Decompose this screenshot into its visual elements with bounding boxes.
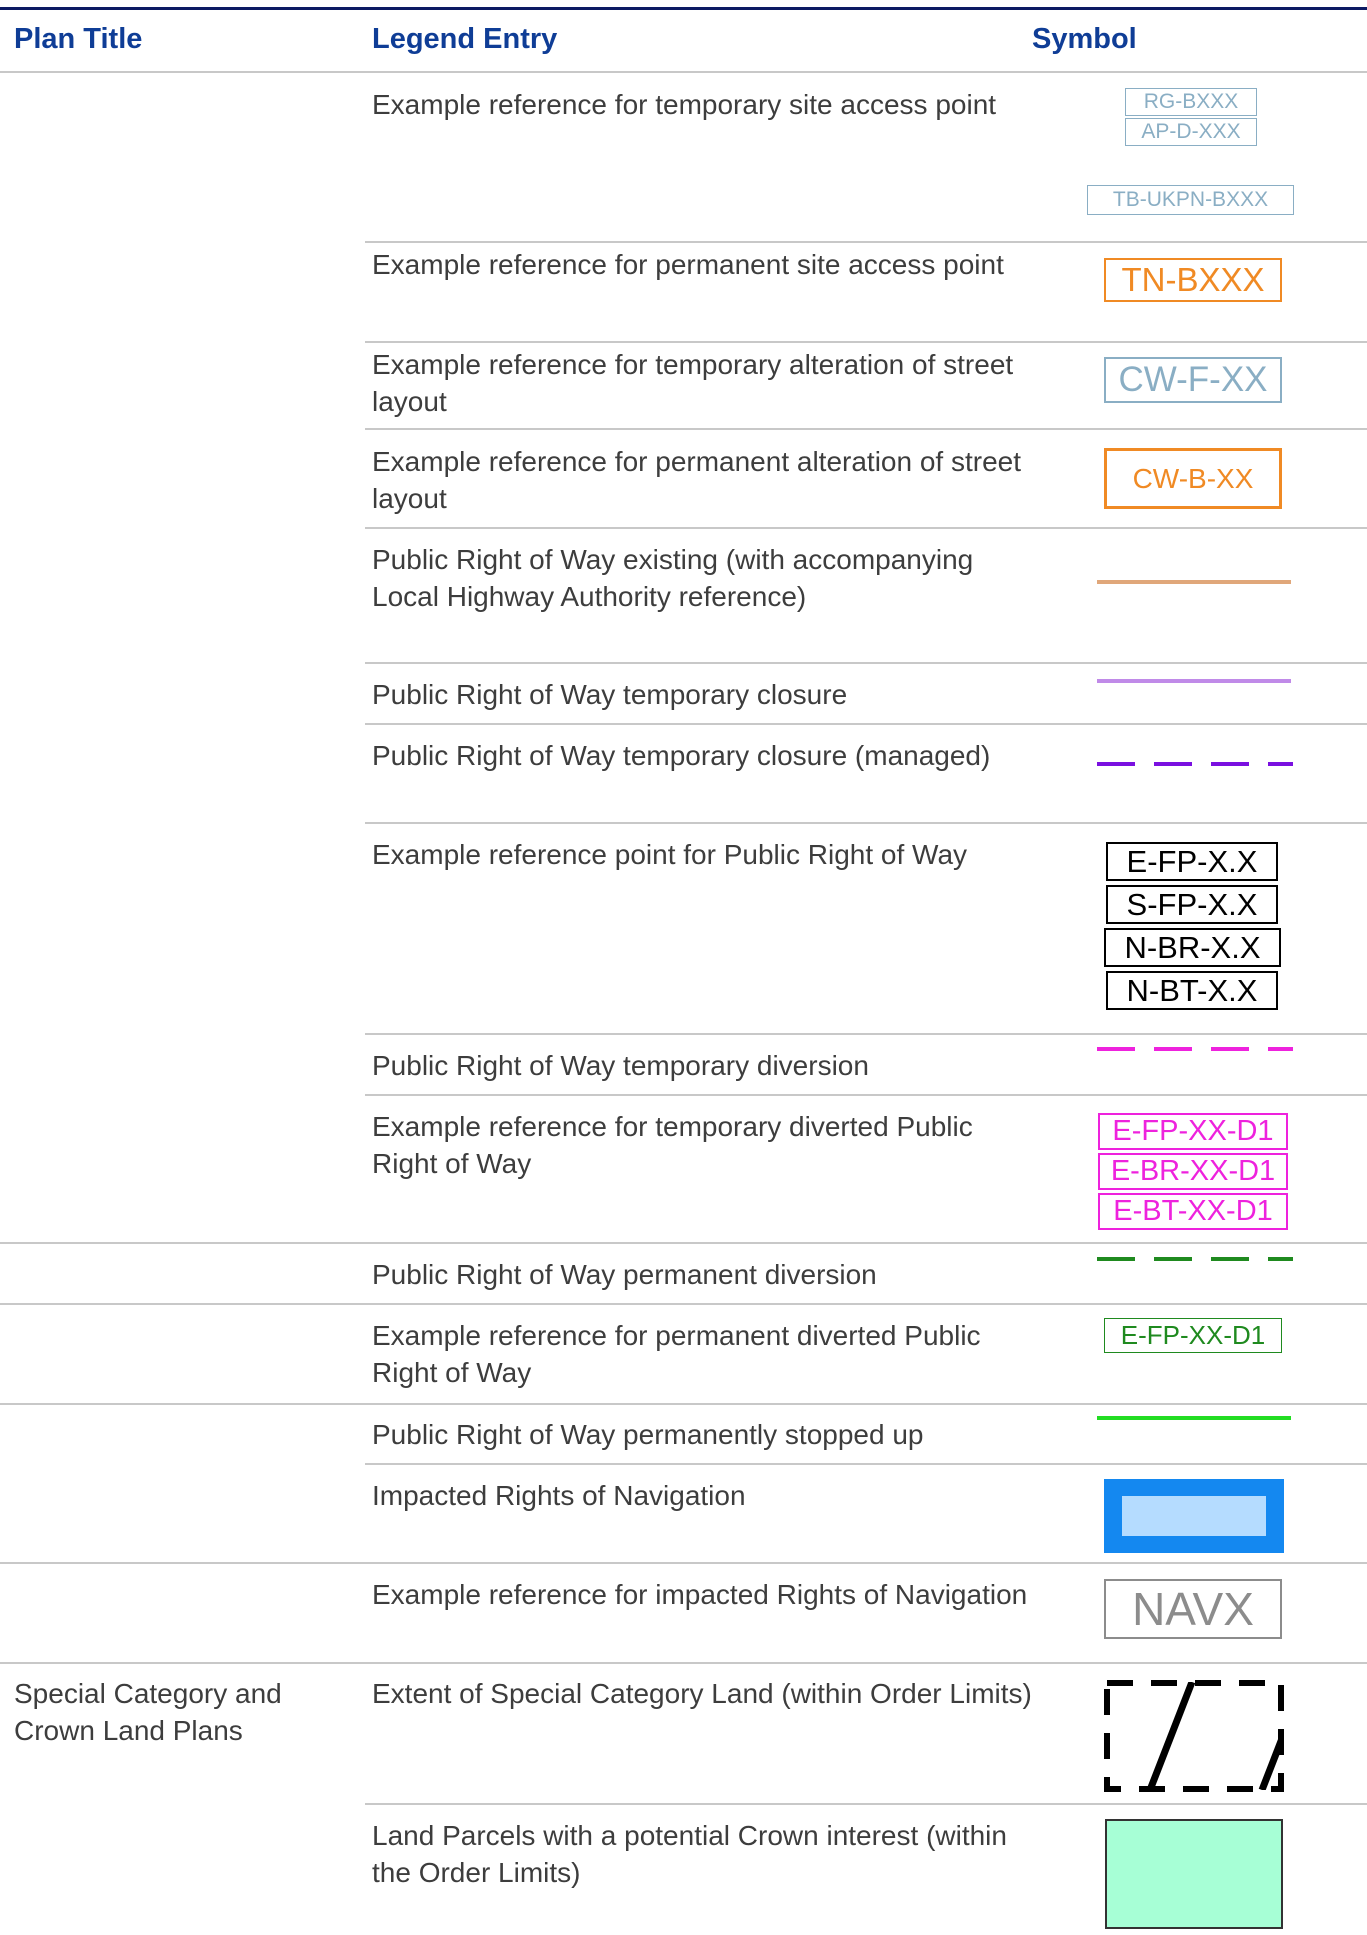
row-divider <box>365 527 1367 529</box>
row-divider <box>0 1562 1367 1564</box>
dashed-line-symbol <box>1097 762 1293 766</box>
row-divider <box>0 1303 1367 1305</box>
row-divider <box>365 662 1367 664</box>
row-divider <box>365 428 1367 430</box>
plan-title-special-category: Special Category and Crown Land Plans <box>14 1678 282 1746</box>
header-plan-title: Plan Title <box>14 23 143 55</box>
legend-entry: Example reference for impacted Rights of… <box>372 1579 1028 1610</box>
legend-entry: Public Right of Way temporary closure (m… <box>372 740 991 771</box>
row-divider <box>0 71 1367 73</box>
reference-label-box: AP-D-XXX <box>1125 118 1257 146</box>
reference-label-box: NAVX <box>1104 1579 1282 1639</box>
legend-entry: Example reference for permanent diverted… <box>372 1320 981 1388</box>
row-divider <box>0 1403 1367 1405</box>
reference-label-box: CW-F-XX <box>1104 357 1282 403</box>
legend-entry: Example reference for temporary diverted… <box>372 1111 973 1179</box>
navigation-filled-box-symbol <box>1104 1479 1284 1553</box>
solid-line-symbol <box>1097 580 1291 584</box>
reference-label-box: E-BT-XX-D1 <box>1098 1193 1288 1230</box>
header-top-rule <box>0 7 1367 10</box>
row-divider <box>0 1662 1367 1664</box>
navigation-inner-box <box>1122 1496 1266 1536</box>
reference-label-box: CW-B-XX <box>1104 448 1282 509</box>
legend-entry: Public Right of Way existing (with accom… <box>372 544 974 612</box>
reference-label-box: E-FP-X.X <box>1106 842 1278 881</box>
legend-entry: Example reference for permanent alterati… <box>372 446 1022 514</box>
dashed-line-symbol <box>1097 1257 1293 1261</box>
reference-label-box: S-FP-X.X <box>1106 885 1278 924</box>
reference-label-box: E-BR-XX-D1 <box>1098 1153 1288 1190</box>
row-divider <box>365 1094 1367 1096</box>
row-divider <box>365 1463 1367 1465</box>
solid-line-symbol <box>1097 679 1291 683</box>
header-symbol: Symbol <box>1032 23 1137 55</box>
crown-interest-box-symbol <box>1105 1819 1283 1929</box>
solid-line-symbol <box>1097 1416 1291 1420</box>
special-category-hatched-box-symbol <box>1104 1680 1284 1792</box>
legend-entry: Extent of Special Category Land (within … <box>372 1678 1032 1709</box>
row-divider <box>365 1803 1367 1805</box>
row-divider <box>365 1033 1367 1035</box>
legend-entry: Public Right of Way permanently stopped … <box>372 1419 924 1450</box>
legend-entry: Example reference for temporary alterati… <box>372 349 1014 417</box>
row-divider <box>0 1242 1367 1244</box>
reference-label-box: TN-BXXX <box>1104 258 1282 302</box>
reference-label-box: N-BT-X.X <box>1106 971 1278 1010</box>
dashed-line-symbol <box>1097 1047 1293 1051</box>
legend-entry: Impacted Rights of Navigation <box>372 1480 746 1511</box>
legend-entry: Example reference point for Public Right… <box>372 839 968 870</box>
legend-entry: Land Parcels with a potential Crown inte… <box>372 1820 1007 1888</box>
legend-entry: Public Right of Way temporary closure <box>372 679 848 710</box>
reference-label-box: E-FP-XX-D1 <box>1098 1113 1288 1150</box>
row-divider <box>365 822 1367 824</box>
legend-entry: Public Right of Way temporary diversion <box>372 1050 869 1081</box>
legend-entry: Public Right of Way permanent diversion <box>372 1259 877 1290</box>
header-legend-entry: Legend Entry <box>372 23 558 55</box>
reference-label-box: RG-BXXX <box>1125 88 1257 116</box>
row-divider <box>365 341 1367 343</box>
row-divider <box>365 241 1367 243</box>
reference-label-box: E-FP-XX-D1 <box>1104 1318 1282 1353</box>
legend-entry: Example reference for temporary site acc… <box>372 89 997 120</box>
reference-label-box: N-BR-X.X <box>1104 928 1281 967</box>
row-divider <box>365 723 1367 725</box>
legend-entry: Example reference for permanent site acc… <box>372 249 1004 280</box>
reference-label-box: TB-UKPN-BXXX <box>1087 185 1294 215</box>
